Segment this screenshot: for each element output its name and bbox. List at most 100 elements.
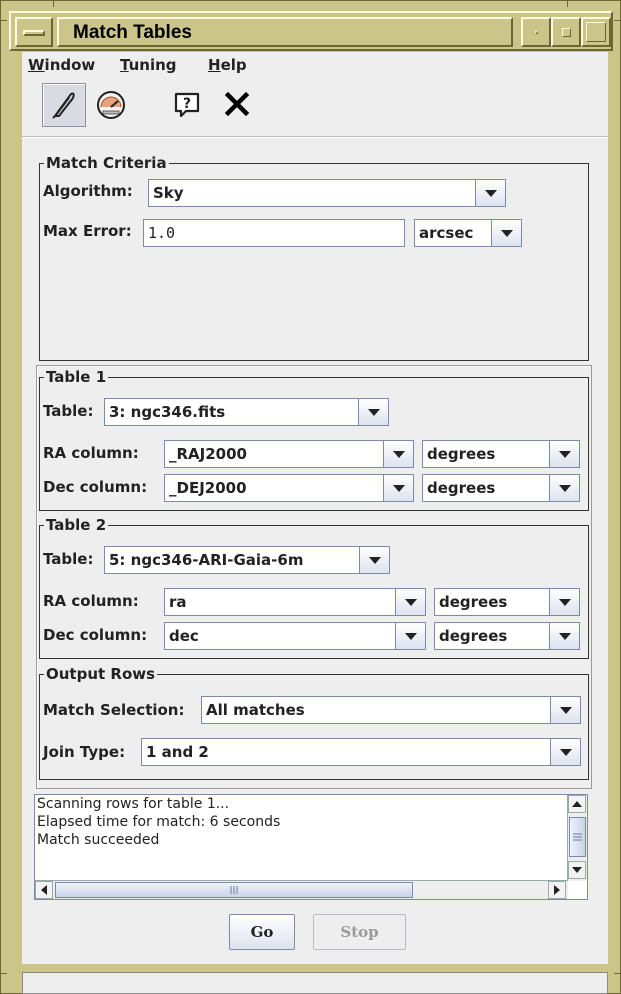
algorithm-select[interactable]: Sky (148, 179, 506, 207)
chevron-down-icon[interactable] (549, 475, 579, 501)
frame-corner-mark (614, 20, 620, 21)
chevron-down-icon[interactable] (358, 399, 388, 425)
maximize-icon (562, 28, 571, 37)
svg-text:?: ? (183, 96, 191, 112)
help-button[interactable]: ? (166, 83, 210, 127)
table1-ra-unit-value: degrees (427, 445, 496, 463)
table2-group: Table 2 Table: 5: ngc346-ARI-Gaia-6m RA … (39, 516, 589, 659)
chevron-down-icon[interactable] (395, 623, 425, 649)
table2-title: Table 2 (44, 516, 109, 534)
gauge-icon (97, 91, 125, 119)
window-menu-button[interactable] (15, 17, 53, 47)
window-title: Match Tables (73, 22, 192, 43)
menu-tuning[interactable]: Tuning (120, 56, 177, 74)
toolbar-separator (22, 136, 608, 138)
maximize-button[interactable] (551, 17, 581, 47)
output-rows-title: Output Rows (44, 665, 158, 683)
scroll-right-button[interactable] (548, 881, 566, 899)
algorithm-label: Algorithm: (43, 182, 133, 200)
table2-dec-unit-select[interactable]: degrees (434, 622, 580, 650)
match-selection-select[interactable]: All matches (201, 696, 581, 724)
max-error-unit-value: arcsec (419, 224, 474, 242)
grip-icon (573, 833, 582, 841)
scroll-up-button[interactable] (568, 795, 586, 813)
table1-title: Table 1 (44, 368, 109, 386)
max-error-value: 1.0 (148, 224, 176, 242)
close-icon (224, 91, 250, 117)
window-menu-icon (23, 30, 45, 36)
table1-ra-unit-select[interactable]: degrees (422, 440, 580, 468)
horizontal-scroll-thumb[interactable] (55, 882, 413, 898)
frame-corner-mark (1, 973, 7, 974)
table1-dec-unit-select[interactable]: degrees (422, 474, 580, 502)
chevron-down-icon[interactable] (383, 475, 413, 501)
menu-bar: Window Tuning Help (22, 52, 608, 78)
menu-help-label: elp (220, 56, 247, 74)
menu-window-label: indow (44, 56, 96, 74)
vertical-scrollbar[interactable] (567, 795, 587, 881)
table2-dec-select[interactable]: dec (164, 622, 426, 650)
join-type-select[interactable]: 1 and 2 (141, 738, 581, 766)
max-error-label: Max Error: (43, 222, 132, 240)
log-line: Elapsed time for match: 6 seconds (37, 814, 281, 830)
chevron-down-icon[interactable] (491, 220, 521, 246)
chevron-down-icon[interactable] (550, 697, 580, 723)
table2-table-select[interactable]: 5: ngc346-ARI-Gaia-6m (104, 546, 390, 574)
chevron-down-icon[interactable] (359, 547, 389, 573)
menu-help[interactable]: Help (208, 56, 247, 74)
table1-ra-select[interactable]: _RAJ2000 (164, 440, 414, 468)
vertical-scroll-thumb[interactable] (569, 817, 586, 857)
table2-dec-label: Dec column: (43, 626, 148, 644)
window-content: Window Tuning Help ? Match Criteria Algo… (22, 52, 608, 994)
chevron-down-icon[interactable] (550, 739, 580, 765)
help-icon: ? (174, 92, 200, 118)
match-criteria-title: Match Criteria (44, 154, 169, 172)
arrow-up-icon (572, 801, 582, 807)
arrow-right-icon (554, 885, 560, 895)
scroll-down-button[interactable] (568, 861, 586, 879)
table1-dec-label: Dec column: (43, 478, 148, 496)
menu-window-mnemonic: W (28, 56, 45, 74)
output-rows-group: Output Rows Match Selection: All matches… (39, 665, 589, 780)
chevron-down-icon[interactable] (549, 589, 579, 615)
match-selection-label: Match Selection: (43, 701, 185, 719)
table1-table-select[interactable]: 3: ngc346.fits (104, 398, 389, 426)
frame-corner-mark (1, 20, 7, 21)
minimize-button[interactable] (521, 17, 551, 47)
table1-table-label: Table: (43, 402, 94, 420)
table1-dec-select[interactable]: _DEJ2000 (164, 474, 414, 502)
max-error-field[interactable]: 1.0 (143, 219, 405, 247)
tuning-button[interactable] (90, 83, 134, 127)
table2-ra-value: ra (169, 593, 187, 611)
title-area[interactable]: Match Tables (57, 17, 513, 47)
chevron-down-icon[interactable] (549, 441, 579, 467)
max-error-unit-select[interactable]: arcsec (414, 219, 522, 247)
title-bar[interactable]: Match Tables (9, 11, 613, 51)
feather-button[interactable] (42, 83, 86, 127)
chevron-down-icon[interactable] (549, 623, 579, 649)
table1-ra-value: _RAJ2000 (169, 445, 247, 463)
go-button[interactable]: Go (229, 914, 295, 950)
log-area[interactable]: Scanning rows for table 1... Elapsed tim… (34, 794, 588, 900)
menu-window[interactable]: Window (28, 56, 95, 74)
table1-table-value: 3: ngc346.fits (109, 403, 226, 421)
log-line: Scanning rows for table 1... (37, 796, 230, 812)
chevron-down-icon[interactable] (475, 180, 505, 206)
close-window-button[interactable] (216, 83, 260, 127)
chevron-down-icon[interactable] (383, 441, 413, 467)
horizontal-scrollbar[interactable] (35, 880, 568, 899)
fullscreen-button[interactable] (581, 17, 611, 47)
table2-ra-unit-value: degrees (439, 593, 508, 611)
menu-tuning-mnemonic: T (120, 56, 129, 74)
table2-ra-select[interactable]: ra (164, 588, 426, 616)
chevron-down-icon[interactable] (395, 589, 425, 615)
menu-tuning-label: uning (128, 56, 177, 74)
table2-ra-unit-select[interactable]: degrees (434, 588, 580, 616)
fullscreen-icon (586, 22, 606, 42)
grip-icon (230, 886, 238, 894)
scroll-left-button[interactable] (35, 881, 53, 899)
feather-icon (52, 92, 75, 119)
window-frame: Match Tables Window Tuning Help ? Match … (0, 0, 621, 994)
table1-group: Table 1 Table: 3: ngc346.fits RA column:… (39, 368, 589, 511)
stop-button[interactable]: Stop (313, 914, 406, 950)
